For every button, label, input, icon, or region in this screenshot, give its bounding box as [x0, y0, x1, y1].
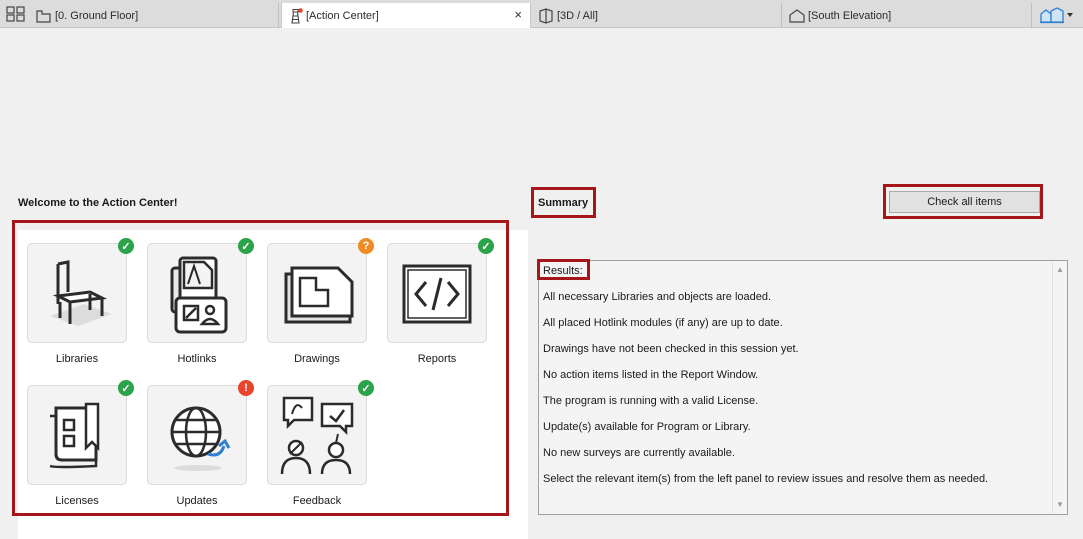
result-licenses: The program is running with a valid Lice…	[543, 395, 759, 407]
status-unknown-badge: ?	[358, 238, 374, 254]
tile-label-feedback: Feedback	[292, 495, 342, 507]
globe-update-icon	[170, 406, 231, 471]
status-ok-badge: ✓	[238, 238, 254, 254]
results-scrollbar[interactable]: ▲ ▼	[1052, 262, 1066, 513]
scroll-up-icon[interactable]: ▲	[1055, 265, 1065, 275]
tab-south-elevation[interactable]: [South Elevation]	[784, 3, 1032, 28]
chair-icon	[50, 260, 112, 326]
summary-title: Summary	[538, 197, 589, 209]
result-feedback: No new surveys are currently available.	[543, 447, 735, 459]
license-book-icon	[49, 402, 100, 469]
tab-label: [0. Ground Floor]	[55, 9, 139, 22]
drawing-sheets-icon	[284, 266, 354, 324]
tab-bar: [0. Ground Floor] [Action Center] × [3D …	[0, 0, 1083, 28]
hotlink-documents-icon	[170, 256, 228, 334]
tab-overview-icon[interactable]	[6, 6, 26, 22]
tab-3d-all[interactable]: [3D / All]	[533, 3, 782, 28]
tile-feedback[interactable]: ✓	[267, 380, 374, 485]
tile-hotlinks[interactable]: ✓	[147, 238, 254, 343]
status-ok-badge: ✓	[118, 238, 134, 254]
tile-drawings[interactable]: ?	[267, 238, 374, 343]
tile-libraries[interactable]: ✓	[27, 238, 134, 343]
tile-label-reports: Reports	[417, 353, 457, 365]
scroll-down-icon[interactable]: ▼	[1055, 500, 1065, 510]
tile-label-drawings: Drawings	[294, 353, 340, 365]
status-ok-badge: ✓	[118, 380, 134, 396]
welcome-title: Welcome to the Action Center!	[18, 197, 178, 209]
result-reports: No action items listed in the Report Win…	[543, 369, 759, 381]
tab-label: [South Elevation]	[808, 9, 892, 22]
tile-licenses[interactable]: ✓	[27, 380, 134, 485]
feedback-people-icon	[280, 396, 354, 475]
tile-reports[interactable]: ✓	[387, 238, 494, 343]
elevation-icon	[789, 8, 805, 23]
tile-label-libraries: Libraries	[55, 353, 99, 365]
status-ok-badge: ✓	[358, 380, 374, 396]
tab-ground-floor[interactable]: [0. Ground Floor]	[31, 3, 279, 28]
tile-updates[interactable]: !	[147, 380, 254, 485]
view-menu-button[interactable]	[1039, 6, 1077, 24]
result-drawings: Drawings have not been checked in this s…	[543, 343, 799, 355]
floor-plan-icon	[36, 9, 51, 23]
tab-label: [3D / All]	[557, 9, 598, 22]
chevron-down-icon	[1067, 13, 1073, 17]
code-report-icon	[402, 264, 472, 324]
result-instructions: Select the relevant item(s) from the lef…	[543, 473, 989, 485]
results-label: Results:	[543, 265, 583, 277]
status-warning-badge: !	[238, 380, 254, 396]
buildings-icon	[1040, 7, 1064, 24]
tile-label-updates: Updates	[176, 495, 218, 507]
tile-label-licenses: Licenses	[55, 495, 99, 507]
lighthouse-icon	[291, 7, 303, 24]
result-hotlinks: All placed Hotlink modules (if any) are …	[543, 317, 783, 329]
result-updates: Update(s) available for Program or Libra…	[543, 421, 751, 433]
cube-3d-icon	[539, 7, 553, 24]
tab-label: [Action Center]	[306, 9, 379, 22]
results-panel[interactable]: Results: All necessary Libraries and obj…	[538, 260, 1068, 515]
tab-action-center[interactable]: [Action Center] ×	[281, 3, 531, 28]
check-all-items-button[interactable]: Check all items	[889, 191, 1040, 213]
status-ok-badge: ✓	[478, 238, 494, 254]
close-tab-icon[interactable]: ×	[514, 7, 522, 22]
result-libraries: All necessary Libraries and objects are …	[543, 291, 772, 303]
tile-label-hotlinks: Hotlinks	[177, 353, 217, 365]
